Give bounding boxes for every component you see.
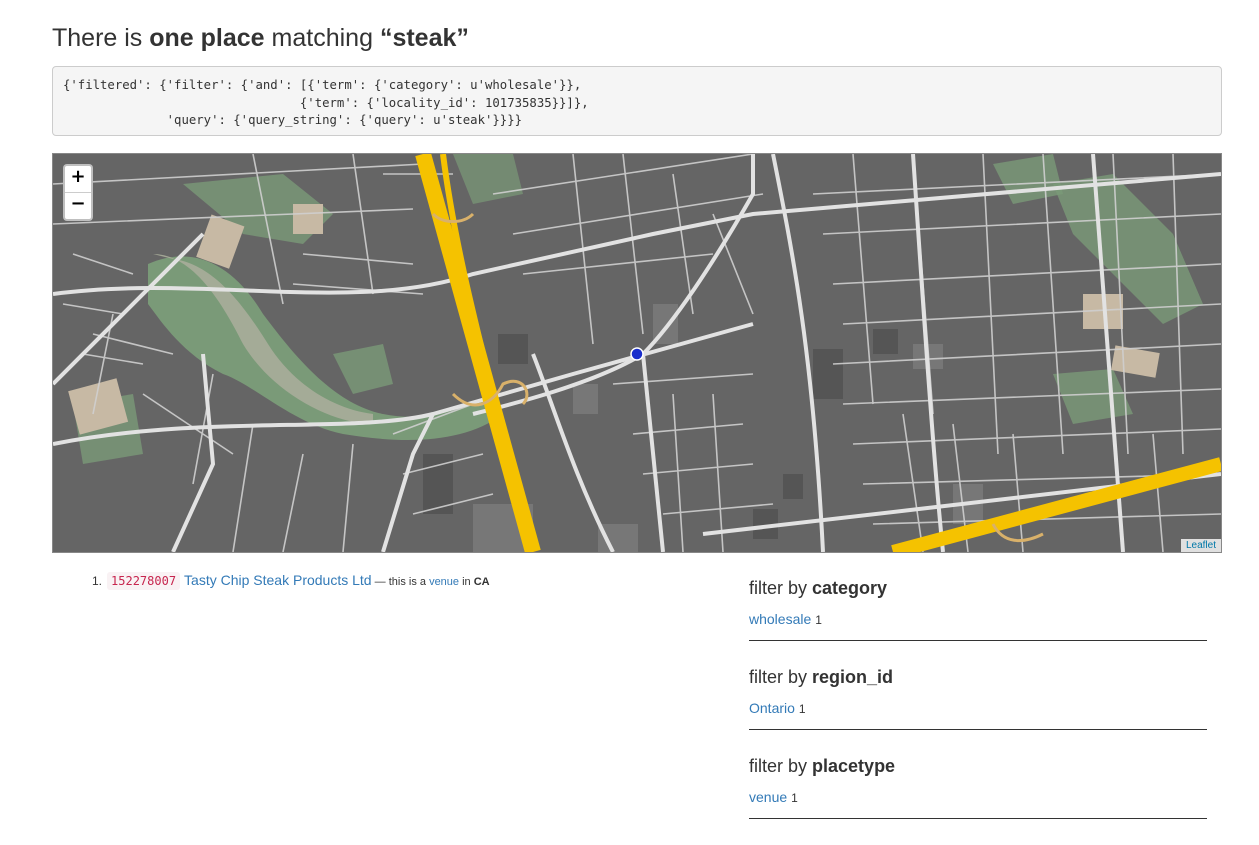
result-number: 1. bbox=[92, 574, 103, 588]
zoom-control: + − bbox=[63, 164, 93, 221]
filters-sidebar: filter by category wholesale 1 filter by … bbox=[749, 578, 1207, 845]
lot bbox=[573, 384, 598, 414]
filter-heading-label: filter by bbox=[749, 667, 813, 687]
place-name-link[interactable]: Tasty Chip Steak Products Ltd bbox=[184, 572, 372, 588]
location-marker bbox=[630, 347, 644, 361]
park-area bbox=[1053, 369, 1133, 424]
filter-heading: filter by category bbox=[749, 578, 1207, 599]
placetype-link[interactable]: venue bbox=[429, 576, 459, 588]
filter-region: filter by region_id Ontario 1 bbox=[749, 667, 1207, 730]
filter-category: filter by category wholesale 1 bbox=[749, 578, 1207, 641]
result-note: — this is a venue in CA bbox=[372, 576, 490, 588]
search-term: “steak” bbox=[379, 24, 469, 52]
note-in: in bbox=[459, 576, 474, 588]
map[interactable]: + − Leaflet bbox=[52, 153, 1222, 553]
building bbox=[873, 329, 898, 354]
results-list: 1. 152278007 Tasty Chip Steak Products Ltd… bbox=[92, 572, 490, 590]
title-text-middle: matching bbox=[264, 24, 380, 52]
leaflet-link[interactable]: Leaflet bbox=[1186, 540, 1216, 551]
filter-field: region_id bbox=[812, 667, 894, 687]
filter-value-row: wholesale 1 bbox=[749, 611, 1207, 627]
building bbox=[813, 349, 843, 399]
map-tiles bbox=[53, 154, 1221, 552]
filter-heading: filter by region_id bbox=[749, 667, 1207, 688]
filter-heading-label: filter by bbox=[749, 756, 813, 776]
filter-count: 1 bbox=[791, 791, 798, 805]
filter-value-row: Ontario 1 bbox=[749, 700, 1207, 716]
filter-value-link[interactable]: wholesale bbox=[749, 611, 811, 627]
filter-heading-label: filter by bbox=[749, 578, 813, 598]
park-area bbox=[993, 154, 1063, 204]
beige-area bbox=[293, 204, 323, 234]
park-area bbox=[1053, 174, 1203, 324]
result-count: one place bbox=[149, 24, 265, 52]
note-text: — this is a bbox=[371, 576, 430, 588]
filter-field: category bbox=[812, 578, 888, 598]
page-title: There is one place matching “steak” bbox=[52, 24, 469, 53]
building bbox=[498, 334, 528, 364]
filter-placetype: filter by placetype venue 1 bbox=[749, 756, 1207, 819]
title-text-prefix: There is bbox=[52, 24, 150, 52]
filter-value-row: venue 1 bbox=[749, 789, 1207, 805]
zoom-in-button[interactable]: + bbox=[65, 166, 91, 192]
beige-area bbox=[1111, 345, 1160, 378]
country-code: CA bbox=[473, 576, 490, 588]
filter-count: 1 bbox=[815, 613, 822, 627]
zoom-out-button[interactable]: − bbox=[65, 192, 91, 219]
list-item: 1. 152278007 Tasty Chip Steak Products Ltd… bbox=[92, 572, 490, 590]
filter-count: 1 bbox=[798, 702, 806, 716]
park-area bbox=[333, 344, 393, 394]
building bbox=[783, 474, 803, 499]
filter-heading: filter by placetype bbox=[749, 756, 1207, 777]
filter-value-link[interactable]: Ontario bbox=[749, 700, 795, 716]
filter-field: placetype bbox=[812, 756, 896, 776]
query-code-block: {'filtered': {'filter': {'and': [{'term'… bbox=[52, 66, 1222, 136]
main-road bbox=[171, 353, 216, 552]
map-attribution: Leaflet bbox=[1180, 539, 1221, 552]
filter-value-link[interactable]: venue bbox=[749, 789, 787, 805]
main-road bbox=[641, 353, 665, 552]
place-id: 152278007 bbox=[107, 572, 181, 590]
park-area bbox=[453, 154, 523, 204]
